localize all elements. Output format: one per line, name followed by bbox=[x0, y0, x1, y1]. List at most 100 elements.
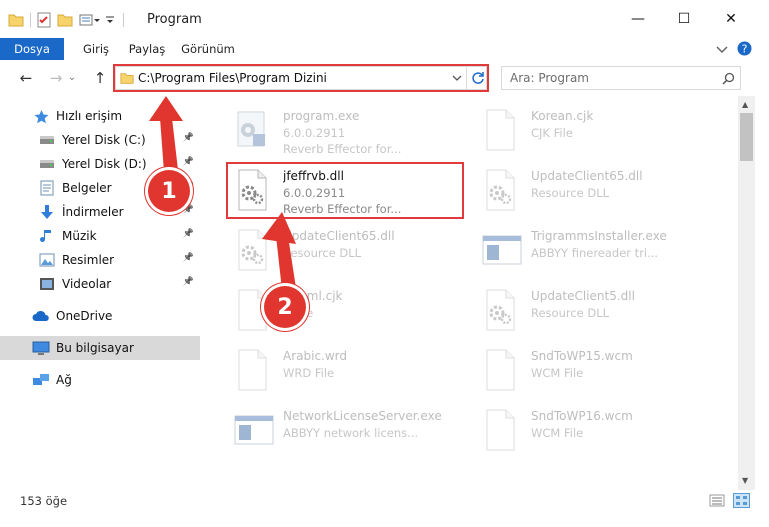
folder-icon[interactable] bbox=[8, 13, 24, 27]
executable-icon bbox=[233, 108, 271, 152]
forward-button[interactable]: → bbox=[44, 68, 68, 88]
documents-icon bbox=[38, 179, 56, 197]
help-icon[interactable]: ? bbox=[737, 41, 752, 56]
file-detail: WCM File bbox=[531, 366, 584, 380]
new-folder-icon[interactable] bbox=[57, 13, 73, 27]
scroll-down-icon[interactable]: ▼ bbox=[742, 476, 748, 485]
application-icon bbox=[233, 408, 274, 452]
search-icon[interactable] bbox=[722, 72, 735, 85]
sidebar-item-ağ[interactable]: Ağ bbox=[0, 368, 200, 392]
sidebar-item-label: Belgeler bbox=[62, 181, 112, 195]
file-detail: ABBYY network licens... bbox=[283, 426, 419, 440]
tab-home[interactable]: Giriş bbox=[72, 38, 120, 60]
file-name: SndToWP15.wcm bbox=[531, 349, 633, 363]
sidebar-item-label: Resimler bbox=[62, 253, 115, 267]
application-icon bbox=[481, 228, 522, 272]
view-options-icon[interactable] bbox=[79, 13, 101, 27]
arrow-left-icon: ← bbox=[19, 69, 33, 87]
scroll-up-icon[interactable]: ▲ bbox=[742, 100, 748, 109]
minimize-icon: — bbox=[631, 11, 645, 27]
back-button[interactable]: ← bbox=[14, 68, 38, 88]
file-item[interactable]: UpdateClient65.dll Resource DLL bbox=[473, 162, 713, 218]
sidebar-item-label: Ağ bbox=[56, 373, 72, 387]
pin-icon[interactable]: 📌 bbox=[183, 253, 194, 263]
tab-view[interactable]: Görünüm bbox=[176, 38, 240, 60]
ribbon: Dosya Giriş Paylaş Görünüm ? bbox=[0, 38, 769, 61]
file-detail: Resource DLL bbox=[283, 246, 362, 260]
sidebar-item-yerel-disk-c-[interactable]: Yerel Disk (C:) 📌 bbox=[0, 128, 200, 152]
minimize-button[interactable]: — bbox=[615, 0, 661, 38]
drive-icon bbox=[38, 131, 56, 149]
drive-icon bbox=[38, 155, 56, 173]
pin-icon[interactable]: 📌 bbox=[183, 133, 194, 143]
file-name: SndToWP16.wcm bbox=[531, 409, 633, 423]
file-name: Arabic.wrd bbox=[283, 349, 348, 363]
step-badge-1: 1 bbox=[148, 170, 190, 212]
dll-file-icon bbox=[481, 288, 519, 332]
file-detail: Resource DLL bbox=[531, 186, 610, 200]
file-detail: ...File bbox=[283, 306, 463, 320]
svg-text:?: ? bbox=[742, 43, 748, 56]
scroll-thumb[interactable] bbox=[740, 113, 753, 161]
file-item[interactable]: program.exe 6.0.0.2911 Reverb Effector for… bbox=[225, 102, 465, 158]
cloud-icon bbox=[32, 307, 50, 325]
status-bar: 153 öğe bbox=[0, 490, 769, 527]
file-item[interactable]: Arabic.wrd WRD File bbox=[225, 342, 465, 398]
videos-icon bbox=[38, 275, 56, 293]
title-bar: Program — ☐ ✕ bbox=[0, 0, 769, 38]
sidebar-item-label: İndirmeler bbox=[62, 205, 124, 219]
pin-icon[interactable]: 📌 bbox=[183, 277, 194, 287]
up-button[interactable]: ↑ bbox=[88, 68, 112, 88]
music-icon bbox=[38, 227, 56, 245]
vertical-scrollbar[interactable]: ▲ ▼ bbox=[738, 96, 755, 490]
close-icon: ✕ bbox=[725, 11, 737, 27]
sidebar-item-videolar[interactable]: Videolar 📌 bbox=[0, 272, 200, 296]
search-input[interactable]: Ara: Program bbox=[501, 66, 741, 90]
sidebar-item-müzik[interactable]: Müzik 📌 bbox=[0, 224, 200, 248]
arrow-up-icon: ↑ bbox=[93, 69, 107, 87]
file-name: UpdateClient65.dll bbox=[283, 229, 395, 243]
computer-icon bbox=[32, 339, 50, 357]
maximize-button[interactable]: ☐ bbox=[661, 0, 707, 38]
file-item[interactable]: SndToWP15.wcm WCM File bbox=[473, 342, 713, 398]
file-name: UpdateClient5.dll bbox=[531, 289, 635, 303]
download-icon bbox=[38, 203, 56, 221]
file-name: ...html.cjk bbox=[283, 289, 343, 303]
sidebar-item-label: Bu bilgisayar bbox=[56, 341, 134, 355]
file-detail: Resource DLL bbox=[531, 306, 610, 320]
recent-locations-button[interactable]: ⌄ bbox=[66, 68, 78, 88]
sidebar-item-resimler[interactable]: Resimler 📌 bbox=[0, 248, 200, 272]
sidebar-item-label: Videolar bbox=[62, 277, 112, 291]
arrow-right-icon: → bbox=[49, 69, 63, 87]
chevron-down-icon[interactable] bbox=[716, 44, 728, 54]
tab-share[interactable]: Paylaş bbox=[122, 38, 172, 60]
tiles-view-icon[interactable] bbox=[733, 493, 750, 508]
pin-icon[interactable]: 📌 bbox=[183, 157, 194, 167]
file-item[interactable]: TrigrammsInstaller.exe ABBYY finereader t… bbox=[473, 222, 713, 278]
file-name: Korean.cjk bbox=[531, 109, 594, 123]
file-item[interactable]: NetworkLicenseServer.exe ABBYY network li… bbox=[225, 402, 465, 458]
pin-icon[interactable]: 📌 bbox=[183, 229, 194, 239]
file-item[interactable]: UpdateClient5.dll Resource DLL bbox=[473, 282, 713, 338]
file-item[interactable]: Korean.cjk CJK File bbox=[473, 102, 713, 158]
sidebar-item-hızlı-erişim[interactable]: Hızlı erişim bbox=[0, 104, 200, 128]
file-item[interactable]: SndToWP16.wcm WCM File bbox=[473, 402, 713, 458]
sidebar-item-onedrive[interactable]: OneDrive bbox=[0, 304, 200, 328]
file-name: TrigrammsInstaller.exe bbox=[531, 229, 667, 243]
properties-icon[interactable] bbox=[37, 12, 51, 28]
star-icon bbox=[32, 107, 50, 125]
details-view-icon[interactable] bbox=[709, 494, 725, 507]
file-name: UpdateClient65.dll bbox=[531, 169, 643, 183]
sidebar-item-bu-bilgisayar[interactable]: Bu bilgisayar bbox=[0, 336, 200, 360]
file-icon bbox=[481, 408, 519, 452]
tab-file[interactable]: Dosya bbox=[0, 38, 64, 60]
file-item[interactable]: ...html.cjk ...File bbox=[225, 282, 465, 338]
close-button[interactable]: ✕ bbox=[708, 0, 754, 38]
pin-icon[interactable]: 📌 bbox=[183, 205, 194, 215]
file-icon bbox=[481, 348, 519, 392]
file-highlight-box bbox=[226, 162, 464, 219]
file-item[interactable]: UpdateClient65.dll Resource DLL bbox=[225, 222, 465, 278]
customize-toolbar-icon[interactable] bbox=[105, 13, 115, 27]
network-icon bbox=[32, 371, 50, 389]
file-detail: WCM File bbox=[531, 426, 584, 440]
